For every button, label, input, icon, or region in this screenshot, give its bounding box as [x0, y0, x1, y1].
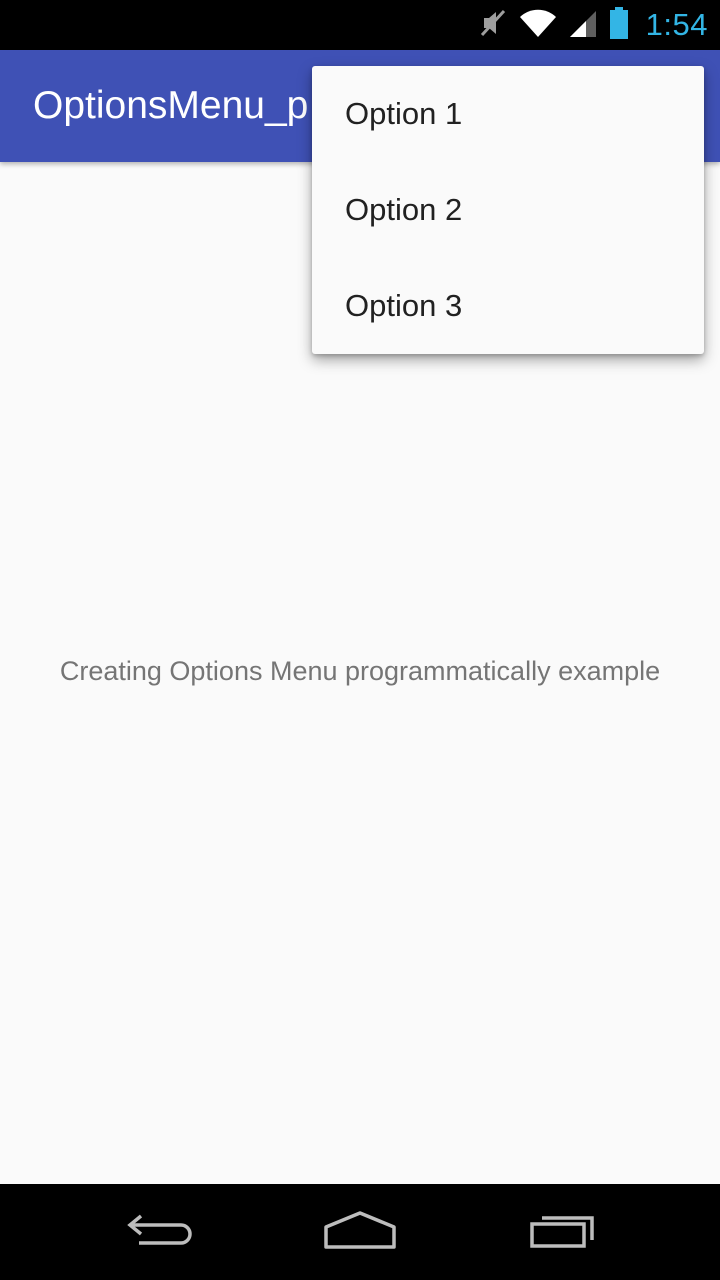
app-title: OptionsMenu_p: [33, 84, 309, 127]
recents-icon: [526, 1210, 598, 1255]
options-menu: Option 1 Option 2 Option 3: [312, 66, 704, 354]
wifi-icon: [518, 7, 558, 44]
navigation-bar: [0, 1184, 720, 1280]
back-button[interactable]: [115, 1208, 205, 1256]
home-icon: [322, 1209, 398, 1256]
menu-item-option-1[interactable]: Option 1: [312, 66, 704, 162]
content-message: Creating Options Menu programmatically e…: [59, 656, 661, 686]
signal-icon: [568, 7, 598, 44]
mute-icon: [478, 7, 508, 44]
menu-item-option-2[interactable]: Option 2: [312, 162, 704, 258]
status-icons: 1:54: [478, 6, 708, 44]
home-button[interactable]: [315, 1208, 405, 1256]
status-time: 1:54: [645, 7, 708, 42]
back-icon: [125, 1210, 195, 1255]
battery-icon: [608, 6, 630, 45]
menu-item-option-3[interactable]: Option 3: [312, 258, 704, 354]
screen: 1:54 OptionsMenu_p Creating Options Menu…: [0, 0, 720, 1280]
recents-button[interactable]: [517, 1208, 607, 1256]
status-bar: 1:54: [0, 0, 720, 50]
